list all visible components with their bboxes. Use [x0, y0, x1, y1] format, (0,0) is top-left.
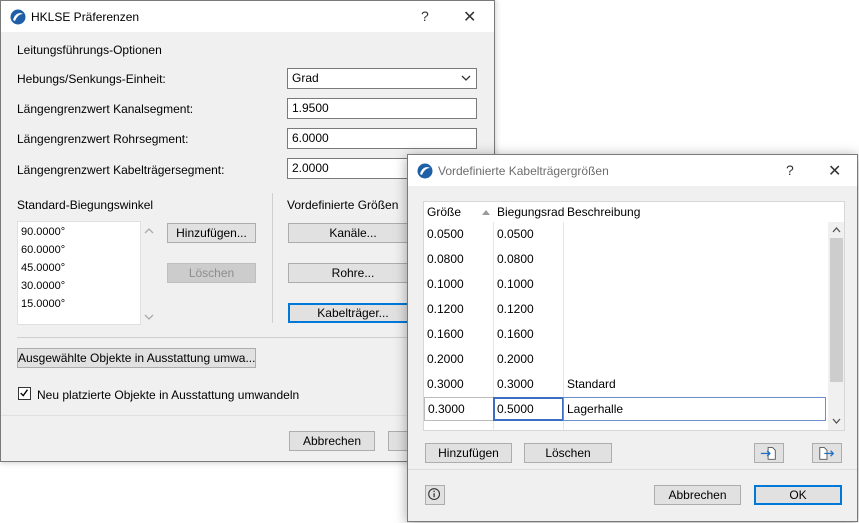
- table-cell-desc[interactable]: [564, 222, 567, 247]
- convert-new-checkbox[interactable]: [18, 387, 31, 400]
- convert-new-label: Neu platzierte Objekte in Ausstattung um…: [37, 388, 300, 402]
- table-cell-desc[interactable]: [564, 247, 567, 272]
- edit-cell-size[interactable]: 0.3000: [424, 397, 494, 421]
- info-icon: [428, 488, 441, 501]
- table-cell-desc[interactable]: Standard: [564, 372, 616, 397]
- scroll-down-icon[interactable]: [831, 416, 842, 426]
- list-item[interactable]: 30.0000°: [21, 280, 65, 292]
- duct-segment-input[interactable]: 1.9500: [287, 98, 477, 119]
- app-logo-icon: [10, 9, 26, 25]
- table-cell-size[interactable]: 0.2000: [424, 347, 464, 372]
- add-angle-button[interactable]: Hinzufügen...: [167, 223, 256, 243]
- ok-button[interactable]: OK: [754, 485, 842, 505]
- window-title: HKLSE Präferenzen: [31, 10, 140, 24]
- delete-angle-button[interactable]: Löschen: [167, 263, 256, 283]
- cable-tray-sizes-dialog: Vordefinierte Kabelträgergrößen ? ✕ Größ…: [407, 154, 858, 522]
- section-title: Leitungsführungs-Optionen: [17, 43, 162, 57]
- edit-cell-desc[interactable]: Lagerhalle: [563, 397, 826, 421]
- table-cell-desc[interactable]: [564, 272, 567, 297]
- chevron-down-icon: [461, 75, 471, 81]
- table-cell-radius[interactable]: 0.1600: [494, 322, 534, 347]
- table-cell-radius[interactable]: 0.3000: [494, 372, 534, 397]
- vertical-separator: [272, 193, 273, 323]
- elevation-unit-label: Hebungs/Senkungs-Einheit:: [17, 72, 166, 86]
- table-cell-size[interactable]: 0.0500: [424, 222, 464, 247]
- table-cell-radius[interactable]: 0.0500: [494, 222, 534, 247]
- table-cell-size[interactable]: 0.3000: [424, 372, 464, 397]
- close-button[interactable]: ✕: [828, 161, 841, 181]
- bend-angles-label: Standard-Biegungswinkel: [17, 198, 154, 212]
- import-icon: [760, 447, 776, 460]
- cable-trays-button[interactable]: Kabelträger...: [288, 303, 418, 323]
- pipe-segment-label: Längengrenzwert Rohrsegment:: [17, 132, 189, 146]
- sort-asc-icon: [482, 210, 490, 215]
- scroll-down-icon[interactable]: [143, 311, 155, 323]
- table-cell-size[interactable]: 0.1200: [424, 297, 464, 322]
- table-cell-radius[interactable]: 0.4000: [494, 423, 534, 430]
- table-scrollbar[interactable]: [828, 222, 844, 430]
- scrollbar-thumb[interactable]: [830, 238, 843, 382]
- dialog-title: Vordefinierte Kabelträgergrößen: [438, 164, 609, 178]
- table-cell-radius[interactable]: 0.2000: [494, 347, 534, 372]
- table-cell-desc[interactable]: [564, 297, 567, 322]
- cancel-button[interactable]: Abbrechen: [654, 485, 741, 505]
- import-button[interactable]: [754, 443, 784, 463]
- elevation-unit-select[interactable]: Grad: [287, 68, 477, 89]
- column-header-bend-radius[interactable]: Biegungsrad: [494, 202, 564, 222]
- dialog-footer: Abbrechen OK: [408, 469, 857, 521]
- table-cell-radius[interactable]: 0.1200: [494, 297, 534, 322]
- add-size-button[interactable]: Hinzufügen: [425, 443, 512, 463]
- elevation-unit-value: Grad: [292, 71, 319, 85]
- duct-segment-label: Längengrenzwert Kanalsegment:: [17, 102, 194, 116]
- sizes-table[interactable]: Größe Biegungsrad Beschreibung 0.0500 0.…: [423, 201, 845, 431]
- table-cell-desc[interactable]: [564, 347, 567, 372]
- scroll-up-icon[interactable]: [831, 225, 842, 235]
- edit-cell-radius[interactable]: 0.5000: [493, 397, 564, 421]
- app-logo-icon: [417, 163, 433, 179]
- help-button[interactable]: ?: [421, 8, 429, 24]
- export-icon: [819, 447, 835, 460]
- table-cell-radius[interactable]: 0.1000: [494, 272, 534, 297]
- delete-size-button[interactable]: Löschen: [524, 443, 612, 463]
- table-cell-size[interactable]: 0.0800: [424, 247, 464, 272]
- export-button[interactable]: [812, 443, 842, 463]
- cable-tray-segment-label: Längengrenzwert Kabelträgersegment:: [17, 163, 225, 177]
- table-cell-size[interactable]: 0.1000: [424, 272, 464, 297]
- column-header-description[interactable]: Beschreibung: [564, 202, 826, 222]
- pipe-segment-input[interactable]: 6.0000: [287, 128, 477, 149]
- list-item[interactable]: 90.0000°: [21, 226, 65, 238]
- list-item[interactable]: 60.0000°: [21, 244, 65, 256]
- bend-angles-list[interactable]: 90.0000° 60.0000° 45.0000° 30.0000° 15.0…: [17, 221, 141, 325]
- ducts-button[interactable]: Kanäle...: [288, 223, 418, 243]
- scroll-up-icon[interactable]: [143, 225, 155, 237]
- help-button[interactable]: ?: [786, 162, 794, 178]
- table-cell-size[interactable]: 0.4000: [424, 423, 464, 430]
- predefined-sizes-label: Vordefinierte Größen: [287, 198, 399, 212]
- info-button[interactable]: [425, 485, 445, 505]
- convert-selected-button[interactable]: Ausgewählte Objekte in Ausstattung umwa.…: [17, 348, 256, 368]
- close-button[interactable]: ✕: [463, 7, 476, 27]
- title-bar[interactable]: Vordefinierte Kabelträgergrößen ? ✕: [408, 155, 857, 186]
- cancel-button[interactable]: Abbrechen: [289, 431, 375, 451]
- checkmark-icon: [20, 389, 29, 397]
- table-cell-desc[interactable]: [564, 322, 567, 347]
- table-cell-radius[interactable]: 0.0800: [494, 247, 534, 272]
- list-item[interactable]: 15.0000°: [21, 298, 65, 310]
- title-bar[interactable]: HKLSE Präferenzen ? ✕: [1, 1, 494, 32]
- list-item[interactable]: 45.0000°: [21, 262, 65, 274]
- table-cell-size[interactable]: 0.1600: [424, 322, 464, 347]
- pipes-button[interactable]: Rohre...: [288, 263, 418, 283]
